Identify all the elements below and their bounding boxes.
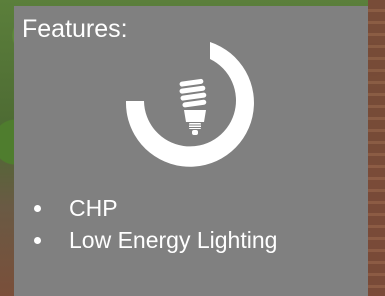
panel-title: Features: (22, 15, 128, 43)
lightbulb-icon (179, 78, 207, 135)
background-brick-wall (368, 0, 385, 296)
bullet-icon (34, 205, 41, 212)
feature-label: Low Energy Lighting (69, 227, 278, 253)
bullet-icon (34, 237, 41, 244)
circular-progress-ring (125, 42, 254, 167)
feature-label: CHP (69, 195, 118, 221)
feature-graphic (120, 26, 270, 176)
list-item: Low Energy Lighting (14, 224, 277, 256)
features-panel: Features: CHP Low Energy Lighting (14, 6, 368, 296)
list-item: CHP (14, 192, 277, 224)
feature-list: CHP Low Energy Lighting (14, 192, 277, 256)
